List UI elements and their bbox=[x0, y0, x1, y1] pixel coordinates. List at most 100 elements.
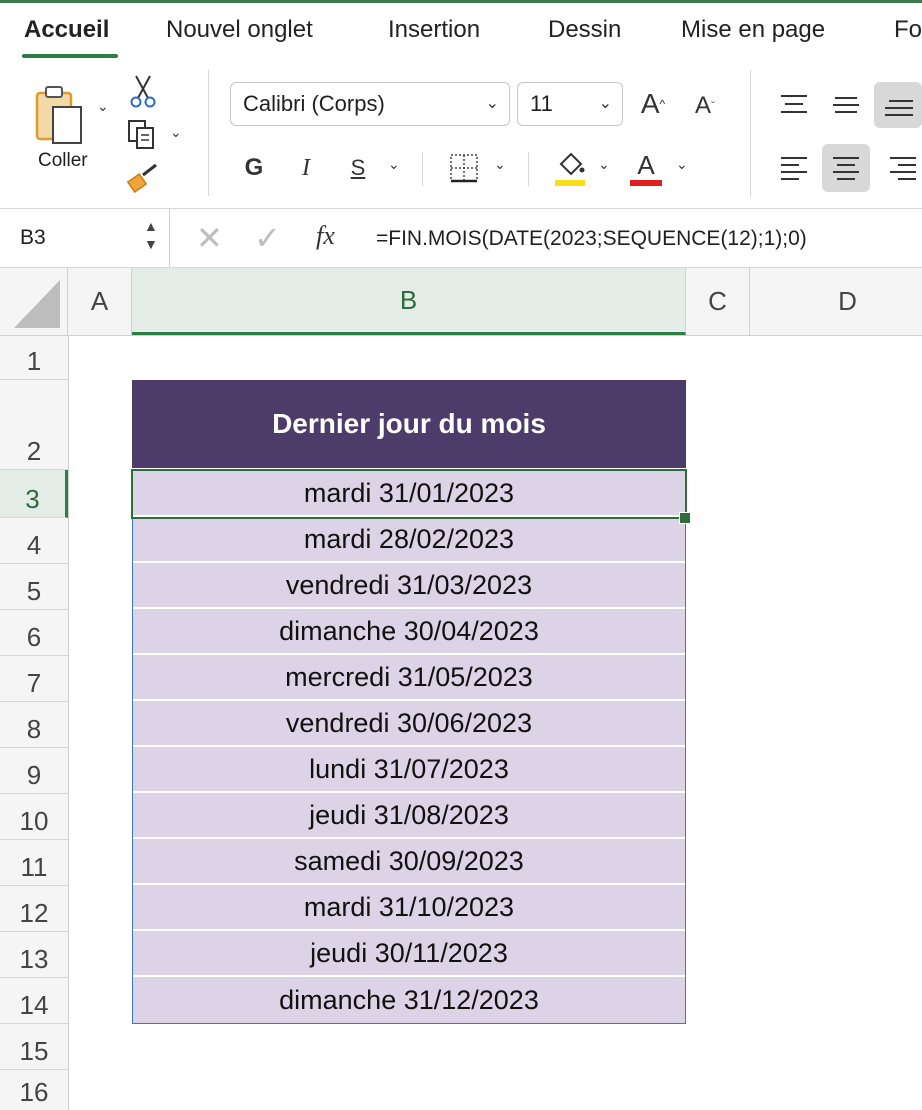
align-middle-icon bbox=[833, 97, 859, 113]
font-color-swatch bbox=[630, 180, 662, 186]
borders-button[interactable] bbox=[446, 148, 482, 188]
confirm-icon[interactable]: ✓ bbox=[254, 219, 281, 257]
font-size-value: 11 bbox=[530, 91, 553, 116]
paste-button[interactable] bbox=[28, 80, 94, 150]
paint-bucket-icon bbox=[555, 152, 585, 186]
align-center-button[interactable] bbox=[822, 144, 870, 192]
tab-dessin[interactable]: Dessin bbox=[548, 16, 621, 44]
tab-mise-en-page[interactable]: Mise en page bbox=[681, 16, 825, 44]
select-all-corner[interactable] bbox=[0, 268, 68, 335]
row-header-2[interactable]: 2 bbox=[0, 380, 68, 470]
format-painter-button[interactable] bbox=[124, 162, 162, 196]
font-color-button[interactable]: A bbox=[628, 146, 664, 190]
tab-overflow[interactable]: Fo bbox=[894, 16, 922, 44]
table-cell-b14[interactable]: dimanche 31/12/2023 bbox=[133, 977, 685, 1023]
chevron-down-icon: ⌄ bbox=[598, 95, 612, 112]
copy-chevron-icon[interactable]: ⌄ bbox=[170, 124, 182, 141]
column-header-b[interactable]: B bbox=[132, 268, 686, 335]
row-header-9[interactable]: 9 bbox=[0, 748, 68, 794]
table-cell-b12[interactable]: mardi 31/10/2023 bbox=[133, 885, 685, 931]
copy-button[interactable] bbox=[124, 118, 160, 152]
bold-button[interactable]: G bbox=[236, 148, 272, 188]
cancel-icon[interactable]: ✕ bbox=[196, 219, 223, 257]
scissors-icon bbox=[130, 75, 156, 108]
column-header-bar: A B C D bbox=[0, 268, 922, 336]
underline-button[interactable]: S bbox=[340, 148, 376, 188]
active-cell-selection bbox=[131, 469, 687, 519]
row-header-8[interactable]: 8 bbox=[0, 702, 68, 748]
grow-font-button[interactable]: A ^ bbox=[634, 82, 672, 126]
table-cell-b4[interactable]: mardi 28/02/2023 bbox=[133, 517, 685, 563]
underline-chevron-icon[interactable]: ⌄ bbox=[388, 156, 400, 173]
row-header-12[interactable]: 12 bbox=[0, 886, 68, 932]
row-header-4[interactable]: 4 bbox=[0, 518, 68, 564]
row-header-11[interactable]: 11 bbox=[0, 840, 68, 886]
shrink-font-icon: A bbox=[694, 92, 711, 119]
name-box-stepper-icon[interactable]: ▲ ▼ bbox=[144, 217, 158, 253]
font-color-chevron-icon[interactable]: ⌄ bbox=[676, 156, 688, 173]
tab-nouvel-onglet[interactable]: Nouvel onglet bbox=[166, 16, 313, 44]
font-color-icon: A bbox=[637, 150, 655, 180]
paste-icon bbox=[35, 86, 82, 144]
fill-color-chevron-icon[interactable]: ⌄ bbox=[598, 156, 610, 173]
table-cell-b8[interactable]: vendredi 30/06/2023 bbox=[133, 701, 685, 747]
align-right-icon bbox=[890, 157, 916, 180]
paste-chevron-icon[interactable]: ⌄ bbox=[97, 98, 109, 115]
borders-chevron-icon[interactable]: ⌄ bbox=[494, 156, 506, 173]
align-left-button[interactable] bbox=[774, 146, 814, 190]
column-header-c[interactable]: C bbox=[686, 268, 750, 335]
row-header-16[interactable]: 16 bbox=[0, 1070, 68, 1110]
table-cell-b7[interactable]: mercredi 31/05/2023 bbox=[133, 655, 685, 701]
align-left-icon bbox=[781, 157, 807, 180]
italic-button[interactable]: I bbox=[288, 148, 324, 188]
active-tab-indicator bbox=[22, 54, 118, 58]
font-size-dropdown[interactable]: 11 ⌄ bbox=[517, 82, 623, 126]
name-box-value: B3 bbox=[20, 226, 46, 249]
formula-input[interactable]: =FIN.MOIS(DATE(2023;SEQUENCE(12);1);0) bbox=[376, 227, 807, 251]
align-top-button[interactable] bbox=[774, 82, 814, 126]
align-right-button[interactable] bbox=[880, 146, 922, 190]
row-header-15[interactable]: 15 bbox=[0, 1024, 68, 1070]
table-cell-b6[interactable]: dimanche 30/04/2023 bbox=[133, 609, 685, 655]
align-middle-button[interactable] bbox=[826, 82, 866, 126]
table-cell-b5[interactable]: vendredi 31/03/2023 bbox=[133, 563, 685, 609]
chevron-down-icon: ⌄ bbox=[485, 95, 499, 112]
cut-button[interactable] bbox=[126, 74, 160, 108]
borders-icon bbox=[450, 154, 478, 183]
table-cell-b13[interactable]: jeudi 30/11/2023 bbox=[133, 931, 685, 977]
column-header-d[interactable]: D bbox=[750, 268, 922, 335]
formula-bar: B3 ▲ ▼ ✕ ✓ fx =FIN.MOIS(DATE(2023;SEQUENC… bbox=[0, 208, 922, 268]
row-header-6[interactable]: 6 bbox=[0, 610, 68, 656]
table-header-cell[interactable]: Dernier jour du mois bbox=[132, 380, 686, 468]
paste-label: Coller bbox=[38, 150, 88, 171]
font-name-value: Calibri (Corps) bbox=[243, 91, 385, 116]
row-header-1[interactable]: 1 bbox=[0, 336, 68, 380]
align-bottom-button[interactable] bbox=[874, 82, 922, 128]
row-header-5[interactable]: 5 bbox=[0, 564, 68, 610]
font-name-dropdown[interactable]: Calibri (Corps) ⌄ bbox=[230, 82, 510, 126]
row-header-10[interactable]: 10 bbox=[0, 794, 68, 840]
table-cell-b10[interactable]: jeudi 31/08/2023 bbox=[133, 793, 685, 839]
table-cell-b11[interactable]: samedi 30/09/2023 bbox=[133, 839, 685, 885]
tab-insertion[interactable]: Insertion bbox=[388, 16, 480, 44]
ribbon-separator bbox=[422, 152, 423, 186]
row-header-14[interactable]: 14 bbox=[0, 978, 68, 1024]
copy-icon bbox=[128, 120, 154, 149]
row-header-7[interactable]: 7 bbox=[0, 656, 68, 702]
column-header-a[interactable]: A bbox=[68, 268, 132, 335]
row-header-13[interactable]: 13 bbox=[0, 932, 68, 978]
grow-font-icon: A bbox=[640, 88, 660, 119]
function-icon[interactable]: fx bbox=[316, 221, 335, 251]
select-all-icon bbox=[14, 280, 60, 328]
fill-color-button[interactable] bbox=[552, 146, 588, 190]
ribbon-separator bbox=[750, 70, 751, 196]
tab-accueil[interactable]: Accueil bbox=[24, 16, 109, 44]
fill-handle[interactable] bbox=[679, 512, 691, 524]
table-cell-b9[interactable]: lundi 31/07/2023 bbox=[133, 747, 685, 793]
paintbrush-icon bbox=[126, 163, 157, 193]
row-header-3[interactable]: 3 bbox=[0, 470, 68, 518]
name-box[interactable]: B3 ▲ ▼ bbox=[0, 209, 170, 267]
table-body: mardi 31/01/2023 mardi 28/02/2023 vendre… bbox=[132, 470, 686, 1024]
ribbon: ⌄ Coller ⌄ Calibri (Corps) ⌄ 11 ⌄ A ^ A … bbox=[0, 62, 922, 207]
shrink-font-button[interactable]: Aˇ bbox=[686, 86, 724, 126]
